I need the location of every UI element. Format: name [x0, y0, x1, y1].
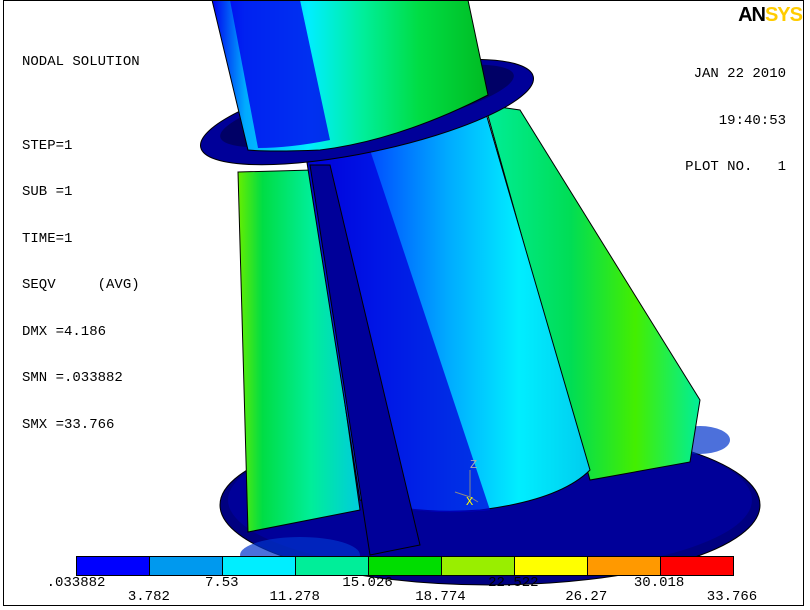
plot-date: JAN 22 2010 — [693, 66, 786, 82]
legend-label: 30.018 — [633, 575, 685, 591]
logo-an: AN — [738, 4, 766, 26]
legend-swatch — [515, 557, 588, 575]
legend-label: 11.278 — [269, 589, 320, 605]
legend-label: .033882 — [46, 575, 106, 591]
contour-legend — [76, 556, 734, 576]
legend-label: 33.766 — [706, 589, 758, 605]
info-step: STEP=1 — [22, 137, 73, 154]
legend-label: 15.026 — [342, 575, 393, 591]
legend-swatch — [442, 557, 515, 575]
viewport-frame-bottom — [3, 605, 803, 606]
legend-label: 26.27 — [565, 589, 608, 605]
legend-label: 18.774 — [415, 589, 466, 605]
legend-swatch — [369, 557, 442, 575]
solution-info: NODAL SOLUTION STEP=1 SUB =1 TIME=1 SEQV… — [22, 24, 140, 449]
legend-swatch — [77, 557, 150, 575]
viewport-frame-left — [3, 0, 4, 606]
triad-x-label: X — [466, 495, 473, 509]
info-sub: SUB =1 — [22, 184, 73, 200]
logo-sys: SYS — [764, 4, 803, 26]
info-smx: SMX =33.766 — [22, 416, 115, 433]
info-title: NODAL SOLUTION — [22, 54, 140, 70]
legend-swatch — [588, 557, 661, 575]
info-seqv: SEQV (AVG) — [22, 277, 140, 293]
triad-z-label: Z — [470, 458, 477, 472]
legend-swatch — [296, 557, 369, 575]
info-smn: SMN =.033882 — [22, 370, 123, 386]
viewport-frame-top — [3, 0, 803, 1]
legend-swatch — [150, 557, 223, 575]
viewport-frame-right — [803, 0, 804, 606]
ansys-logo: ANSYS — [738, 4, 803, 27]
plot-number: PLOT NO. 1 — [685, 159, 786, 175]
legend-swatch — [223, 557, 296, 575]
legend-label: 3.782 — [127, 589, 170, 605]
plot-time: 19:40:53 — [718, 112, 786, 129]
legend-swatch — [661, 557, 733, 575]
legend-label: 22.522 — [488, 575, 539, 591]
plot-info: JAN 22 2010 19:40:53 PLOT NO. 1 — [685, 36, 786, 191]
info-dmx: DMX =4.186 — [22, 323, 107, 340]
legend-label: 7.53 — [204, 575, 239, 591]
info-time: TIME=1 — [22, 230, 73, 247]
